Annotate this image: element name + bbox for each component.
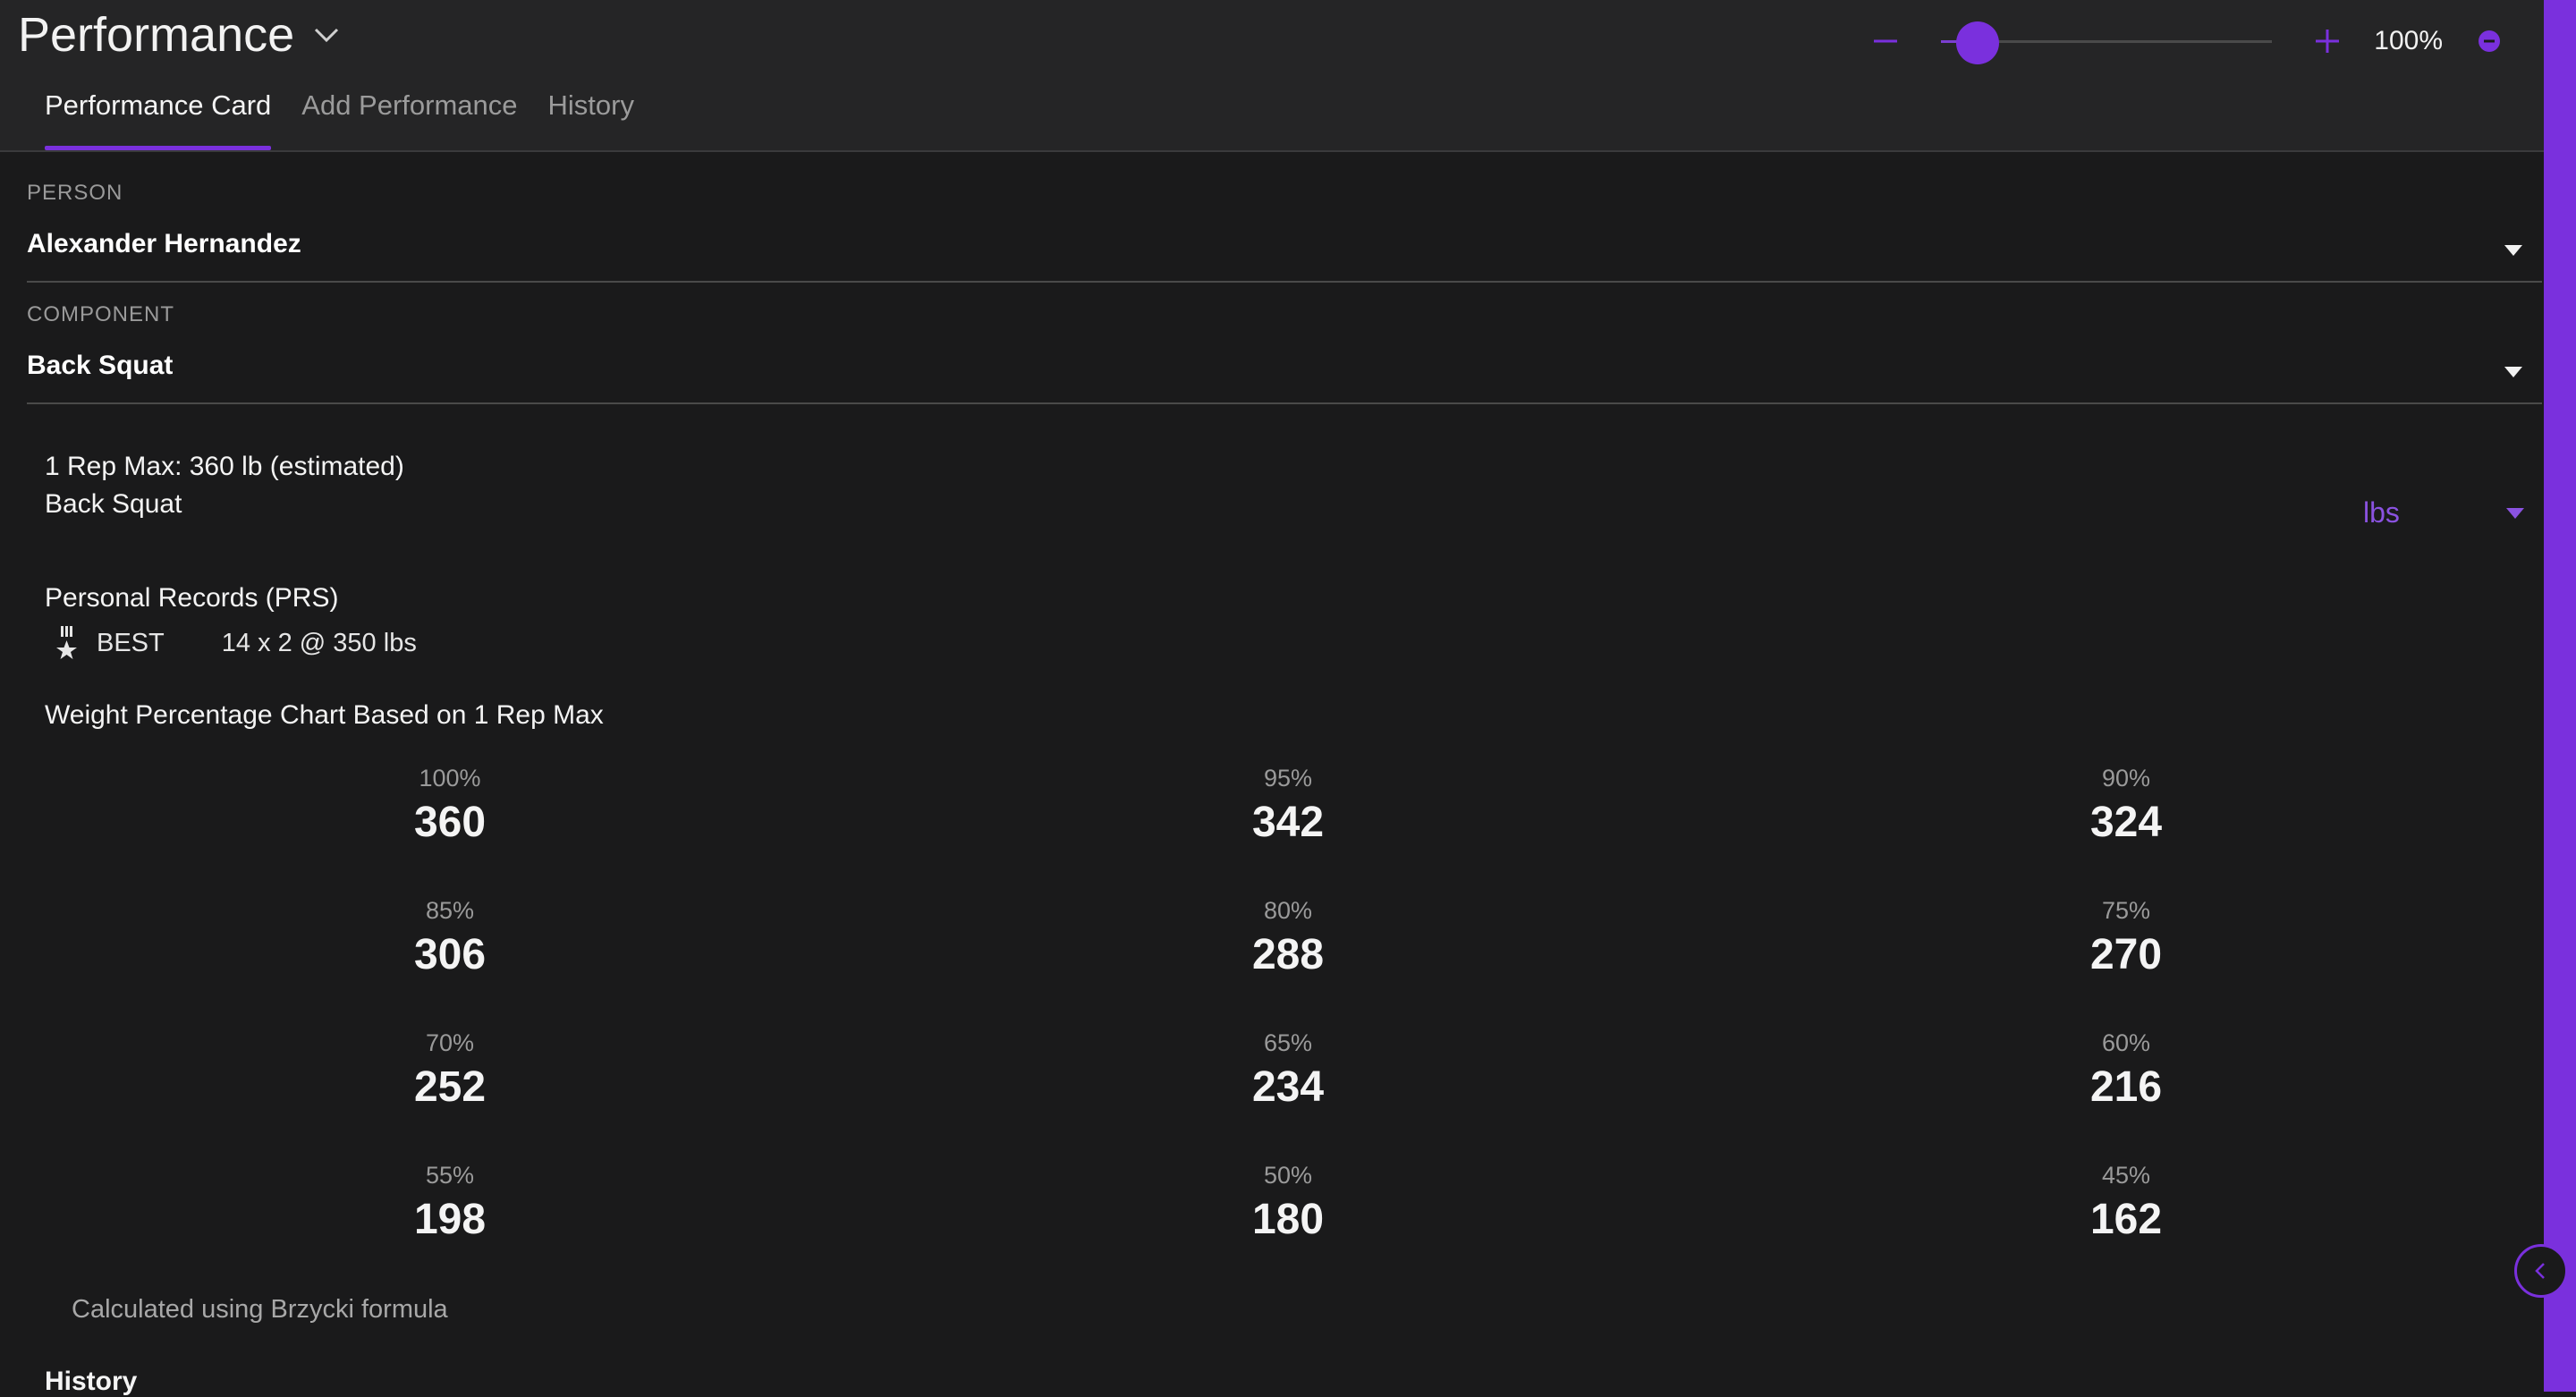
tab-history[interactable]: History <box>548 89 634 145</box>
percentage-cell: 45% 162 <box>1992 1162 2260 1244</box>
weight-value: 288 <box>1251 931 1325 978</box>
percentage-label: 90% <box>2101 765 2151 792</box>
collapse-panel-button[interactable] <box>2514 1244 2568 1298</box>
weight-value: 342 <box>1251 799 1325 846</box>
percentage-cell: 85% 306 <box>316 897 584 979</box>
right-rail <box>2544 0 2576 1392</box>
caret-down-icon <box>2504 367 2522 377</box>
percentage-cell: 55% 198 <box>316 1162 584 1244</box>
percentage-label: 100% <box>419 765 481 792</box>
tab-add-performance[interactable]: Add Performance <box>301 89 517 145</box>
unit-select[interactable]: lbs <box>2363 496 2524 529</box>
weight-value: 324 <box>2089 799 2163 846</box>
percentage-cell: 70% 252 <box>316 1029 584 1112</box>
top-bar: Performance 100% Performance Card Add Pe… <box>0 0 2545 152</box>
weight-value: 180 <box>1251 1196 1325 1243</box>
weight-value: 360 <box>413 799 487 846</box>
zoom-slider-thumb[interactable] <box>1955 21 1999 64</box>
percentage-label: 65% <box>1263 1029 1313 1056</box>
plus-icon <box>2316 30 2340 53</box>
weight-value: 306 <box>413 931 487 978</box>
percentage-label: 55% <box>425 1162 475 1189</box>
percentage-chart-header: Weight Percentage Chart Based on 1 Rep M… <box>45 700 604 731</box>
caret-down-icon <box>2506 507 2524 519</box>
page-title: Performance <box>18 8 295 62</box>
page-title-dropdown[interactable]: Performance <box>18 7 343 63</box>
weight-value: 252 <box>413 1063 487 1111</box>
tab-performance-card[interactable]: Performance Card <box>45 89 272 150</box>
person-select[interactable]: PERSON Alexander Hernandez <box>27 181 2542 283</box>
one-rep-max-title: 1 Rep Max: 360 lb (estimated) <box>45 452 404 481</box>
minus-circle-icon <box>2479 30 2500 52</box>
formula-note: Calculated using Brzycki formula <box>72 1295 448 1324</box>
history-heading: History <box>45 1367 138 1396</box>
zoom-slider[interactable] <box>1941 21 2273 64</box>
weight-value: 234 <box>1251 1063 1325 1111</box>
weight-value: 270 <box>2089 931 2163 978</box>
percentage-label: 80% <box>1263 897 1313 924</box>
component-select[interactable]: COMPONENT Back Squat <box>27 302 2542 404</box>
weight-value: 162 <box>2089 1196 2163 1243</box>
percentage-label: 70% <box>425 1029 475 1056</box>
percentage-chart-title: Weight Percentage Chart Based on 1 Rep M… <box>45 700 604 730</box>
unit-select-value: lbs <box>2363 496 2400 529</box>
percentage-cell: 60% 216 <box>1992 1029 2260 1112</box>
minus-icon <box>1874 39 1898 43</box>
zoom-in-button[interactable] <box>2308 21 2347 61</box>
medal-icon <box>56 626 77 659</box>
zoom-out-button[interactable] <box>1866 21 1905 61</box>
component-label: COMPONENT <box>27 302 174 326</box>
percentage-label: 85% <box>425 897 475 924</box>
percentage-cell: 65% 234 <box>1154 1029 1422 1112</box>
percentage-label: 95% <box>1263 765 1313 792</box>
percentage-label: 50% <box>1263 1162 1313 1189</box>
percentage-label: 60% <box>2101 1029 2151 1056</box>
component-value: Back Squat <box>27 351 174 380</box>
person-value: Alexander Hernandez <box>27 229 301 258</box>
personal-records-section: Personal Records (PRS) BEST 14 x 2 @ 350… <box>45 583 417 660</box>
pr-value: 14 x 2 @ 350 lbs <box>221 628 417 657</box>
percentage-cell: 75% 270 <box>1992 897 2260 979</box>
person-label: PERSON <box>27 181 123 205</box>
chevron-down-icon <box>315 28 339 43</box>
personal-records-title: Personal Records (PRS) <box>45 583 339 613</box>
percentage-cell: 95% 342 <box>1154 765 1422 847</box>
one-rep-max-section: 1 Rep Max: 360 lb (estimated) Back Squat <box>45 452 404 520</box>
one-rep-max-subtitle: Back Squat <box>45 489 182 519</box>
percentage-cell: 80% 288 <box>1154 897 1422 979</box>
percentage-cell: 100% 360 <box>316 765 584 847</box>
weight-value: 216 <box>2089 1063 2163 1111</box>
pr-badge: BEST <box>97 628 165 657</box>
zoom-reset-button[interactable] <box>2470 21 2509 61</box>
percentage-cell: 90% 324 <box>1992 765 2260 847</box>
chevron-left-icon <box>2535 1263 2545 1279</box>
caret-down-icon <box>2504 245 2522 256</box>
zoom-controls: 100% <box>1866 16 2509 66</box>
percentage-label: 75% <box>2101 897 2151 924</box>
percentage-label: 45% <box>2101 1162 2151 1189</box>
personal-record-item: BEST 14 x 2 @ 350 lbs <box>45 626 417 660</box>
percentage-cell: 50% 180 <box>1154 1162 1422 1244</box>
zoom-percent: 100% <box>2374 26 2443 55</box>
tab-bar: Performance Card Add Performance History <box>45 89 634 150</box>
weight-value: 198 <box>413 1196 487 1243</box>
